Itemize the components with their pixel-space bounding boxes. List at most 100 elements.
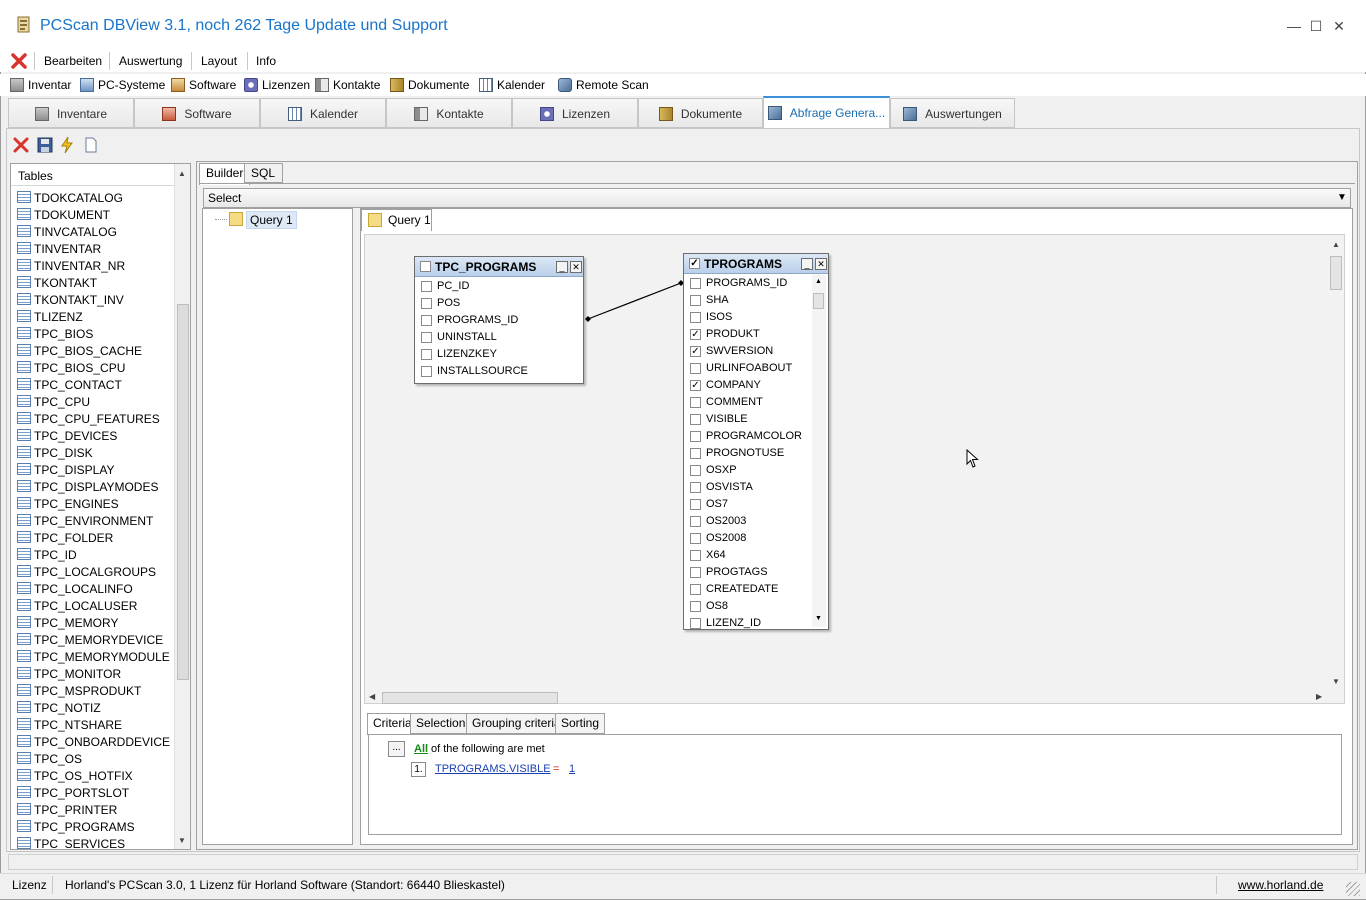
tab-dokumente[interactable]: Dokumente	[638, 98, 763, 128]
field-name[interactable]: COMMENT	[706, 396, 763, 408]
list-item[interactable]: TPC_LOCALGROUPS	[17, 564, 156, 581]
list-item[interactable]: TPC_LOCALUSER	[17, 598, 137, 615]
menu-auswertung[interactable]: Auswertung	[119, 52, 182, 70]
delete-icon[interactable]	[12, 136, 30, 154]
table-title[interactable]: TPC_PROGRAMS _ ✕	[415, 257, 583, 277]
field-checkbox[interactable]	[690, 397, 701, 408]
field-checkbox[interactable]	[690, 601, 701, 612]
field-checkbox[interactable]: ✓	[690, 346, 701, 357]
field-checkbox[interactable]	[421, 332, 432, 343]
scroll-down-icon[interactable]: ▼	[815, 615, 822, 622]
field-checkbox[interactable]	[690, 499, 701, 510]
list-item[interactable]: TDOKCATALOG	[17, 190, 123, 207]
criteria-field-link[interactable]: TPROGRAMS.VISIBLE	[435, 763, 551, 775]
tab-lizenzen[interactable]: Lizenzen	[512, 98, 638, 128]
tab-sql[interactable]: SQL	[244, 163, 283, 183]
field-checkbox[interactable]	[690, 567, 701, 578]
list-item[interactable]: TPC_MONITOR	[17, 666, 121, 683]
menu-layout[interactable]: Layout	[201, 52, 237, 70]
field-list-scrollbar[interactable]: ▲ ▼	[812, 275, 826, 627]
list-item[interactable]: TPC_ENVIRONMENT	[17, 513, 153, 530]
list-item[interactable]: TPC_DISPLAY	[17, 462, 114, 479]
nav-remote-scan[interactable]: Remote Scan	[558, 76, 649, 94]
tab-sorting[interactable]: Sorting	[555, 713, 606, 734]
list-item[interactable]: TPC_DISPLAYMODES	[17, 479, 158, 496]
close-window-button[interactable]: ✕	[1327, 16, 1351, 36]
field-name[interactable]: OS7	[706, 498, 728, 510]
list-item[interactable]: TPC_MEMORYMODULE	[17, 649, 170, 666]
resize-grip[interactable]	[1346, 882, 1360, 896]
field-name[interactable]: PC_ID	[437, 280, 469, 292]
website-link[interactable]: www.horland.de	[1238, 878, 1323, 892]
scroll-up-icon[interactable]: ▲	[815, 278, 822, 285]
field-checkbox[interactable]	[690, 278, 701, 289]
tab-abfrage-generator[interactable]: Abfrage Genera...	[763, 96, 890, 128]
criteria-value-link[interactable]: 1	[569, 763, 575, 775]
join-line[interactable]	[585, 278, 685, 324]
field-name[interactable]: VISIBLE	[706, 413, 748, 425]
list-item[interactable]: TKONTAKT_INV	[17, 292, 124, 309]
tab-selection[interactable]: Selection	[410, 713, 472, 734]
field-checkbox[interactable]	[690, 312, 701, 323]
chevron-down-icon[interactable]: ▼	[1337, 192, 1347, 203]
splitter-bar[interactable]	[8, 854, 1358, 870]
list-item[interactable]: TPC_PORTSLOT	[17, 785, 129, 802]
field-checkbox[interactable]	[690, 295, 701, 306]
tables-scroll-thumb[interactable]	[177, 304, 189, 680]
field-checkbox[interactable]	[690, 584, 701, 595]
field-name[interactable]: PROGRAMS_ID	[437, 314, 518, 326]
list-item[interactable]: TPC_MSPRODUKT	[17, 683, 141, 700]
list-item[interactable]: TPC_ONBOARDDEVICE	[17, 734, 170, 751]
minimize-table-button[interactable]: _	[556, 261, 568, 273]
field-checkbox[interactable]	[421, 349, 432, 360]
statement-type-select[interactable]: Select	[203, 188, 1351, 208]
list-item[interactable]: TPC_SERVICES	[17, 836, 125, 849]
nav-lizenzen[interactable]: Lizenzen	[244, 76, 310, 94]
list-item[interactable]: TPC_OS_HOTFIX	[17, 768, 133, 785]
field-checkbox[interactable]	[421, 298, 432, 309]
field-checkbox[interactable]	[421, 315, 432, 326]
minimize-button[interactable]: —	[1282, 16, 1306, 36]
field-name[interactable]: OS2003	[706, 515, 746, 527]
tab-auswertungen[interactable]: Auswertungen	[890, 98, 1015, 128]
field-name[interactable]: X64	[706, 549, 726, 561]
tab-software[interactable]: Software	[134, 98, 260, 128]
table-checkbox[interactable]	[420, 261, 431, 272]
field-name[interactable]: OS8	[706, 600, 728, 612]
canvas-vscroll-thumb[interactable]	[1330, 256, 1342, 290]
new-document-icon[interactable]	[82, 136, 100, 154]
field-name[interactable]: URLINFOABOUT	[706, 362, 792, 374]
scroll-up-icon[interactable]: ▲	[178, 169, 186, 178]
tab-builder[interactable]: Builder	[199, 163, 251, 185]
list-item[interactable]: TPC_PROGRAMS	[17, 819, 135, 836]
criteria-quantifier-link[interactable]: All	[414, 743, 428, 755]
list-item[interactable]: TINVCATALOG	[17, 224, 117, 241]
field-name[interactable]: SWVERSION	[706, 345, 773, 357]
list-item[interactable]: TPC_CONTACT	[17, 377, 122, 394]
field-checkbox[interactable]	[690, 431, 701, 442]
criteria-operator[interactable]: =	[553, 763, 559, 775]
list-item[interactable]: TPC_ID	[17, 547, 77, 564]
list-item[interactable]: TPC_FOLDER	[17, 530, 113, 547]
nav-dokumente[interactable]: Dokumente	[390, 76, 469, 94]
list-item[interactable]: TDOKUMENT	[17, 207, 110, 224]
list-item[interactable]: TPC_DEVICES	[17, 428, 117, 445]
nav-inventar[interactable]: Inventar	[10, 76, 71, 94]
field-name[interactable]: POS	[437, 297, 460, 309]
list-item[interactable]: TPC_ENGINES	[17, 496, 119, 513]
list-item[interactable]: TPC_BIOS_CPU	[17, 360, 125, 377]
close-table-button[interactable]: ✕	[570, 261, 582, 273]
execute-icon[interactable]	[58, 136, 76, 154]
list-item[interactable]: TPC_NOTIZ	[17, 700, 101, 717]
field-name[interactable]: PROGTAGS	[706, 566, 768, 578]
minimize-table-button[interactable]: _	[801, 258, 813, 270]
table-tpc-programs[interactable]: TPC_PROGRAMS _ ✕ PC_ID POS PROGRAMS_ID UNIN…	[414, 256, 584, 384]
field-scroll-thumb[interactable]	[813, 293, 824, 309]
list-item[interactable]: TPC_DISK	[17, 445, 93, 462]
list-item[interactable]: TPC_MEMORY	[17, 615, 118, 632]
field-name[interactable]: PROGRAMS_ID	[706, 277, 787, 289]
list-item[interactable]: TINVENTAR_NR	[17, 258, 125, 275]
nav-software[interactable]: Software	[171, 76, 236, 94]
field-checkbox[interactable]	[690, 465, 701, 476]
criteria-row-index[interactable]: 1.	[411, 762, 426, 777]
